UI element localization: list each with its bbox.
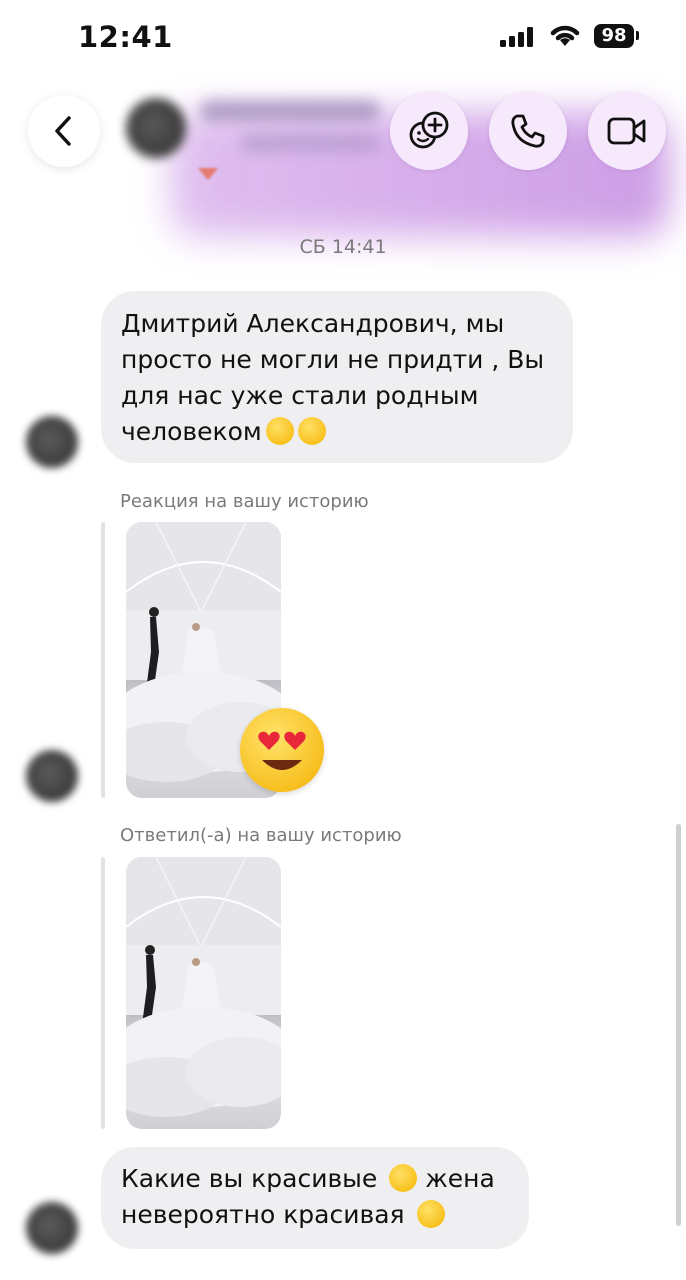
sender-avatar[interactable] bbox=[26, 416, 78, 468]
wifi-icon bbox=[550, 25, 580, 46]
battery-cap bbox=[636, 31, 639, 40]
video-camera-icon bbox=[607, 117, 646, 145]
wedding-dance-photo bbox=[126, 857, 281, 1117]
message-timestamp: СБ 14:41 bbox=[299, 236, 387, 258]
phone-icon bbox=[511, 114, 545, 148]
story-thumbnail[interactable] bbox=[126, 857, 281, 1129]
message-text: Какие вы красивые жена невероятно красива… bbox=[121, 1164, 495, 1229]
story-reaction-caption: Реакция на вашу историю bbox=[120, 491, 369, 512]
battery-icon: 98 bbox=[594, 24, 634, 48]
hugging-face-emoji-icon bbox=[297, 417, 326, 445]
chevron-left-icon bbox=[55, 116, 71, 146]
contact-avatar[interactable] bbox=[126, 98, 186, 158]
message-text: Дмитрий Александрович, мы просто не могл… bbox=[121, 309, 545, 446]
message-bubble[interactable]: Дмитрий Александрович, мы просто не могл… bbox=[101, 291, 573, 463]
status-bar: 12:41 98 bbox=[0, 0, 686, 76]
heart-eyes-emoji-icon bbox=[416, 1200, 445, 1228]
reply-line bbox=[101, 522, 105, 798]
sender-avatar[interactable] bbox=[26, 750, 78, 802]
video-call-button[interactable] bbox=[588, 92, 666, 170]
chat-header bbox=[0, 70, 686, 237]
contact-name-blurred[interactable] bbox=[200, 100, 380, 122]
heart-eyes-reaction-emoji-icon bbox=[240, 708, 324, 792]
story-reply-caption: Ответил(-а) на вашу историю bbox=[120, 825, 402, 846]
sender-avatar[interactable] bbox=[26, 1202, 78, 1254]
effects-button[interactable] bbox=[390, 92, 468, 170]
add-effect-icon bbox=[409, 111, 449, 149]
contact-subtitle-blurred bbox=[240, 134, 380, 152]
scrollbar[interactable] bbox=[676, 824, 681, 1226]
back-button[interactable] bbox=[28, 95, 100, 167]
audio-call-button[interactable] bbox=[489, 92, 567, 170]
cellular-signal-icon bbox=[500, 27, 534, 47]
message-bubble[interactable]: Какие вы красивые жена невероятно красива… bbox=[101, 1147, 529, 1249]
heart-eyes-emoji-icon bbox=[389, 1164, 418, 1192]
reply-line bbox=[101, 857, 105, 1129]
caret-down-icon bbox=[198, 168, 218, 180]
pleading-face-emoji-icon bbox=[265, 417, 294, 445]
status-time: 12:41 bbox=[78, 20, 173, 54]
